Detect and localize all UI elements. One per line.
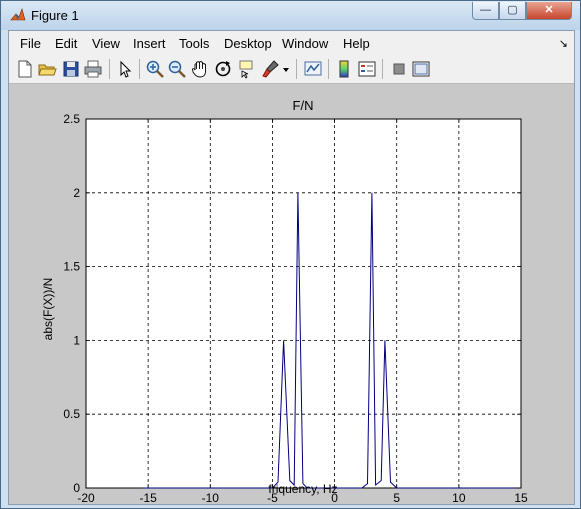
minimize-icon: — — [480, 4, 491, 16]
minimize-button[interactable]: — — [472, 2, 499, 20]
toolbar-separator — [328, 59, 329, 79]
grid-lines — [85, 118, 522, 489]
y-tick-label: 0 — [73, 481, 80, 495]
menu-file[interactable]: File — [20, 36, 41, 51]
window-title: Figure 1 — [31, 8, 79, 23]
y-tick-label: 2 — [73, 186, 80, 200]
figure-toolbar — [9, 55, 574, 84]
zoom-in-icon[interactable] — [145, 59, 165, 79]
menu-insert[interactable]: Insert — [133, 36, 166, 51]
menu-desktop[interactable]: Desktop — [224, 36, 272, 51]
maximize-icon: ▢ — [507, 4, 518, 16]
axes-background — [86, 119, 521, 488]
maximize-button[interactable]: ▢ — [499, 2, 526, 20]
x-axis-label: friquency, Hz — [268, 482, 337, 496]
toolbar-separator — [382, 59, 383, 79]
y-axis-label: abs(F(X))/N — [41, 278, 55, 341]
brush-icon[interactable] — [261, 59, 281, 79]
rotate-3d-icon[interactable] — [213, 59, 233, 79]
print-icon[interactable] — [83, 59, 103, 79]
close-button[interactable]: ✕ — [526, 2, 572, 20]
brush-dropdown-icon[interactable] — [281, 59, 291, 79]
menu-help[interactable]: Help — [343, 36, 370, 51]
y-tick-label: 1 — [73, 333, 80, 347]
menu-window[interactable]: Window — [282, 36, 328, 51]
title-bar: Figure 1 — ▢ ✕ — [1, 1, 580, 30]
toolbar-separator — [109, 59, 110, 79]
axes[interactable]: -20 -15 -10 -5 0 5 10 1500.511.522.5 F/N frique… — [9, 84, 574, 505]
select-arrow-icon[interactable] — [115, 59, 135, 79]
open-file-icon[interactable] — [37, 59, 57, 79]
legend-icon[interactable] — [357, 59, 377, 79]
figure-window: Figure 1 — ▢ ✕ File Edit View Insert Too… — [0, 0, 581, 509]
x-tick-label: 5 — [393, 491, 400, 504]
toolbar-separator — [139, 59, 140, 79]
x-tick-label: -10 — [202, 491, 220, 504]
pan-hand-icon[interactable] — [190, 59, 210, 79]
link-plot-icon[interactable] — [303, 59, 323, 79]
data-cursor-icon[interactable] — [237, 59, 257, 79]
close-icon: ✕ — [544, 4, 554, 16]
y-tick-label: 0.5 — [63, 407, 80, 421]
zoom-out-icon[interactable] — [167, 59, 187, 79]
toolbar-separator — [296, 59, 297, 79]
y-tick-label: 1.5 — [63, 260, 80, 274]
menu-tools[interactable]: Tools — [179, 36, 209, 51]
save-icon[interactable] — [61, 59, 81, 79]
menu-edit[interactable]: Edit — [55, 36, 77, 51]
x-tick-label: 15 — [514, 491, 528, 504]
menu-bar: File Edit View Insert Tools Desktop Wind… — [9, 31, 574, 55]
figure-frame: File Edit View Insert Tools Desktop Wind… — [8, 30, 575, 505]
hide-plot-tools-icon[interactable] — [389, 59, 409, 79]
dock-arrow-icon[interactable]: ↘ — [559, 37, 568, 50]
x-tick-label: 10 — [452, 491, 466, 504]
chart-title: F/N — [293, 98, 314, 113]
new-figure-icon[interactable] — [15, 59, 35, 79]
colorbar-icon[interactable] — [334, 59, 354, 79]
menu-view[interactable]: View — [92, 36, 120, 51]
show-plot-tools-icon[interactable] — [411, 59, 431, 79]
matlab-logo-icon — [10, 8, 26, 21]
plot-area: -20 -15 -10 -5 0 5 10 15 0 0.5 1 1.5 2 2.5 F/N frique… — [9, 84, 574, 505]
x-tick-label: -15 — [139, 491, 157, 504]
y-tick-label: 2.5 — [63, 112, 80, 126]
